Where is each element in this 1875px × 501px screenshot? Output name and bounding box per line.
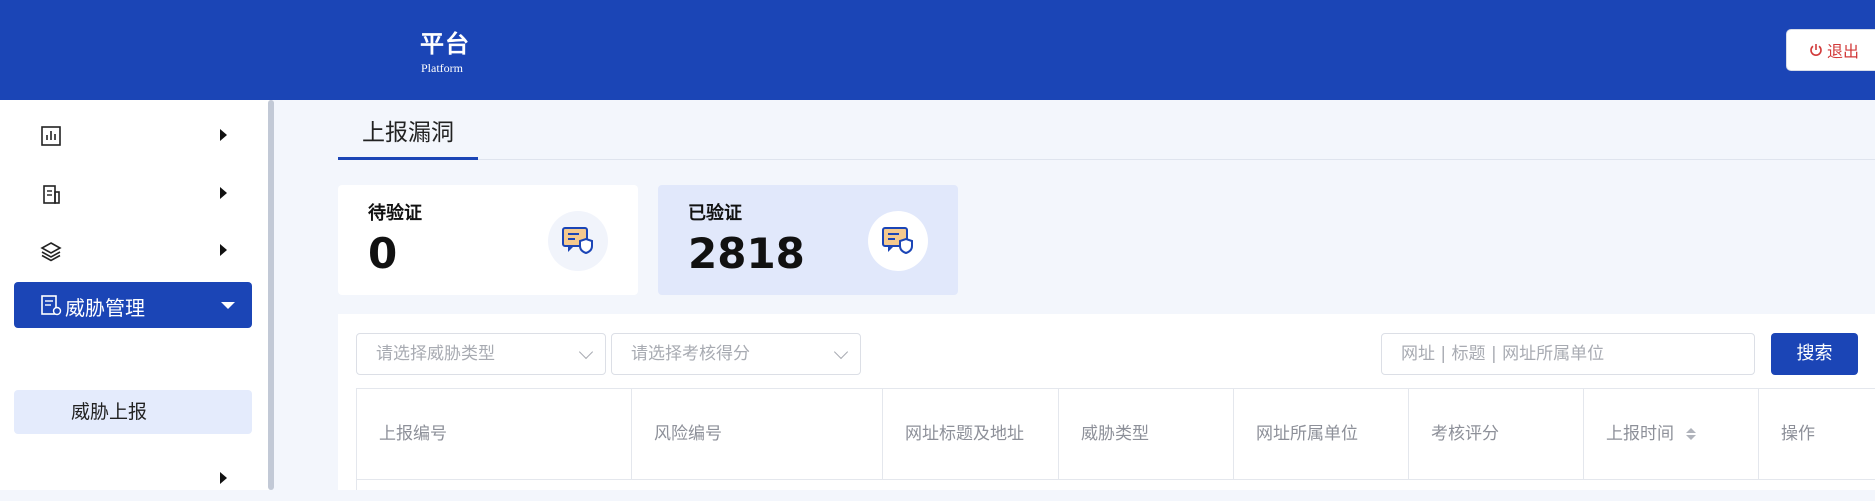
caret-right-icon <box>220 187 227 199</box>
table-header-label: 上报时间 <box>1606 424 1674 444</box>
table-header-score: 考核评分 <box>1409 388 1584 480</box>
chevron-down-icon <box>833 344 849 360</box>
sidebar-scrollbar[interactable] <box>268 100 274 490</box>
brand-subtitle: Platform <box>421 61 463 75</box>
caret-right-icon <box>220 472 227 484</box>
table-header-risk-id: 风险编号 <box>632 388 883 480</box>
table-header-unit: 网址所属单位 <box>1234 388 1409 480</box>
select-placeholder: 请选择考核得分 <box>631 344 750 364</box>
caret-right-icon <box>220 129 227 141</box>
stat-card-pending: 待验证 0 <box>338 185 638 295</box>
table-header-actions: 操作 <box>1759 388 1875 480</box>
chevron-down-icon <box>578 344 594 360</box>
threat-doc-icon <box>41 295 62 316</box>
caret-down-icon <box>221 302 235 309</box>
building-icon <box>43 185 60 204</box>
tab-report-vulnerability[interactable]: 上报漏洞 <box>362 113 454 147</box>
logout-label: 退出 <box>1827 42 1860 61</box>
sidebar-item-dashboard[interactable] <box>14 112 252 158</box>
sort-icon[interactable] <box>1685 426 1697 442</box>
layers-icon <box>40 242 62 262</box>
select-placeholder: 请选择威胁类型 <box>376 344 495 364</box>
threat-type-select[interactable]: 请选择威胁类型 <box>356 333 606 375</box>
brand-title: 平台 <box>420 30 470 58</box>
sidebar-item-more[interactable] <box>14 455 252 501</box>
verify-shield-icon <box>548 211 608 271</box>
caret-right-icon <box>220 244 227 256</box>
table-header-url-title: 网址标题及地址 <box>883 388 1059 480</box>
bar-chart-icon <box>41 126 61 146</box>
sidebar-item-organization[interactable] <box>14 170 252 216</box>
power-icon <box>1810 44 1822 56</box>
verify-shield-icon <box>868 211 928 271</box>
tab-active-indicator <box>338 157 478 160</box>
search-button[interactable]: 搜索 <box>1771 333 1858 375</box>
tab-divider <box>338 159 1875 160</box>
top-header: 平台 Platform 退出 <box>0 0 1875 100</box>
table-header-threat-type: 威胁类型 <box>1059 388 1234 480</box>
stat-card-verified: 已验证 2818 <box>658 185 958 295</box>
sidebar-item-label: 威胁管理 <box>65 296 145 320</box>
table-header-report-time[interactable]: 上报时间 <box>1584 388 1759 480</box>
search-input[interactable]: 网址 | 标题 | 网址所属单位 <box>1381 333 1755 375</box>
sidebar-subitem-threat-report[interactable]: 威胁上报 <box>14 390 252 434</box>
sidebar-item-threat-management[interactable]: 威胁管理 <box>14 282 252 328</box>
logout-button[interactable]: 退出 <box>1786 29 1875 71</box>
sidebar-item-layers[interactable] <box>14 227 252 273</box>
score-select[interactable]: 请选择考核得分 <box>611 333 861 375</box>
table-header-report-id: 上报编号 <box>357 388 632 480</box>
